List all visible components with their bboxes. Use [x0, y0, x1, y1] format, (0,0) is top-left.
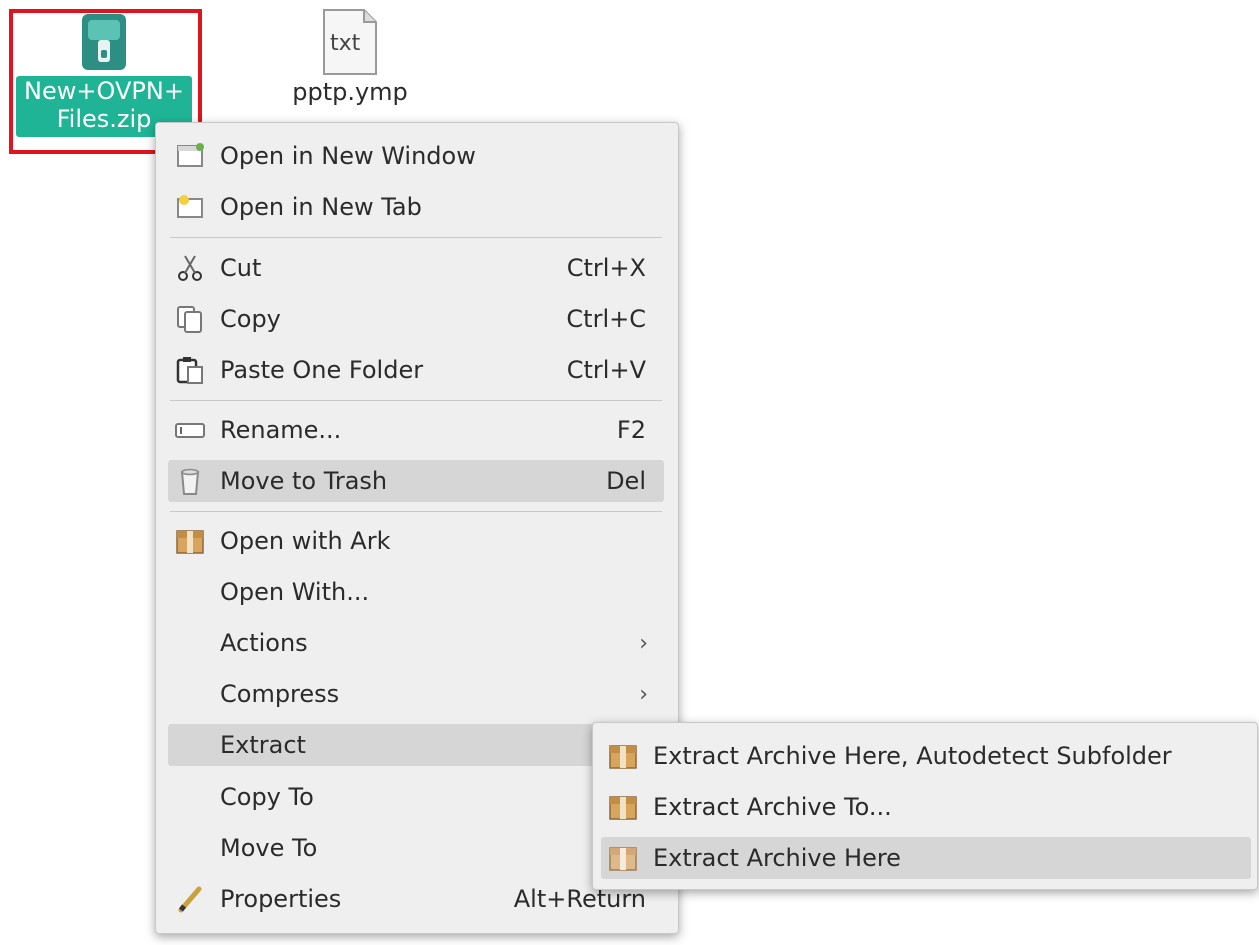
menu-item-move-to-trash[interactable]: Move to Trash Del — [168, 460, 664, 502]
menu-item-label: Paste One Folder — [220, 356, 424, 384]
archive-box-icon — [607, 842, 639, 874]
menu-item-actions[interactable]: Actions › — [168, 622, 664, 664]
menu-item-extract[interactable]: Extract — [168, 724, 664, 766]
menu-item-label: Open with Ark — [220, 527, 391, 555]
menu-item-properties[interactable]: Properties Alt+Return — [168, 878, 664, 920]
archive-box-icon — [607, 740, 639, 772]
menu-item-label: Open in New Tab — [220, 193, 422, 221]
txt-glyph-label: txt — [330, 31, 361, 56]
paste-icon — [174, 354, 206, 386]
extract-submenu: Extract Archive Here, Autodetect Subfold… — [592, 722, 1258, 890]
menu-item-label: Compress — [220, 680, 340, 708]
ark-archive-icon — [174, 525, 206, 557]
trash-icon — [174, 465, 206, 497]
text-file-name: pptp.ymp — [292, 78, 408, 106]
shortcut-label: Ctrl+C — [566, 305, 646, 333]
menu-item-label: Extract Archive To... — [653, 793, 892, 821]
shortcut-label: Ctrl+X — [566, 254, 646, 282]
scissors-icon — [174, 252, 206, 284]
text-file-item[interactable]: txt pptp.ymp — [270, 8, 430, 106]
menu-item-open-new-window[interactable]: Open in New Window — [168, 135, 664, 177]
menu-separator — [170, 237, 662, 238]
menu-item-paste[interactable]: Paste One Folder Ctrl+V — [168, 349, 664, 391]
menu-item-open-new-tab[interactable]: Open in New Tab — [168, 186, 664, 228]
menu-separator — [170, 400, 662, 401]
menu-item-open-with-ark[interactable]: Open with Ark — [168, 520, 664, 562]
shortcut-label: Ctrl+V — [566, 356, 646, 384]
submenu-item-extract-here-autodetect[interactable]: Extract Archive Here, Autodetect Subfold… — [601, 735, 1251, 777]
menu-item-move-to[interactable]: Move To — [168, 827, 664, 869]
rename-icon — [174, 414, 206, 446]
shortcut-label: Del — [606, 467, 646, 495]
menu-item-label: Open in New Window — [220, 142, 476, 170]
menu-separator — [170, 511, 662, 512]
archive-box-icon — [607, 791, 639, 823]
new-tab-icon — [174, 191, 206, 223]
submenu-item-extract-to[interactable]: Extract Archive To... — [601, 786, 1251, 828]
copy-icon — [174, 303, 206, 335]
menu-item-rename[interactable]: Rename... F2 — [168, 409, 664, 451]
menu-item-cut[interactable]: Cut Ctrl+X — [168, 247, 664, 289]
menu-item-label: Move to Trash — [220, 467, 388, 495]
chevron-right-icon: › — [639, 681, 648, 707]
menu-item-copy[interactable]: Copy Ctrl+C — [168, 298, 664, 340]
new-window-icon — [174, 140, 206, 172]
menu-item-label: Extract Archive Here — [653, 844, 901, 872]
menu-item-label: Cut — [220, 254, 262, 282]
menu-item-compress[interactable]: Compress › — [168, 673, 664, 715]
submenu-item-extract-here[interactable]: Extract Archive Here — [601, 837, 1251, 879]
menu-item-copy-to[interactable]: Copy To — [168, 776, 664, 818]
menu-item-label: Open With... — [220, 578, 370, 606]
text-file-icon: txt — [323, 9, 377, 75]
properties-pencil-icon — [174, 883, 206, 915]
shortcut-label: F2 — [616, 416, 646, 444]
menu-item-label: Copy — [220, 305, 281, 333]
menu-item-label: Properties — [220, 885, 342, 913]
menu-item-label: Actions — [220, 629, 308, 657]
chevron-right-icon: › — [639, 630, 648, 656]
menu-item-open-with[interactable]: Open With... — [168, 571, 664, 613]
menu-item-label: Rename... — [220, 416, 342, 444]
menu-item-label: Extract Archive Here, Autodetect Subfold… — [653, 742, 1172, 770]
